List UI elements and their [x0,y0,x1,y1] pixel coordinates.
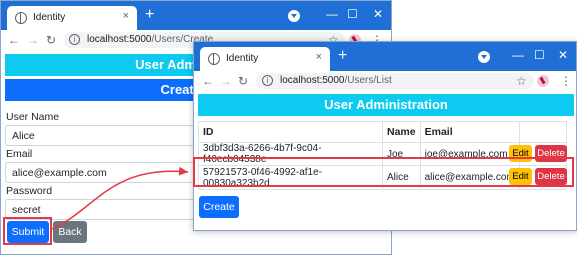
minimize-button[interactable]: — [512,47,524,63]
username-label: User Name [6,111,60,123]
close-tab-icon[interactable]: × [316,51,322,63]
maximize-button[interactable]: ☐ [347,6,358,22]
globe-icon [208,53,220,65]
maximize-button[interactable]: ☐ [534,47,545,63]
tab-title: Identity [33,12,66,23]
table-header-row: ID Name Email [198,121,568,143]
create-button[interactable]: Create [199,196,239,218]
submit-highlight [3,217,52,245]
address-bar: ← → ↻ i localhost:5000/Users/List ☆ ⋮ [194,71,576,91]
tab-search-icon[interactable] [478,51,490,63]
browser-tab[interactable]: Identity × [200,47,330,71]
url-path: /Users/List [344,75,392,86]
bookmark-star-icon[interactable]: ☆ [516,73,527,89]
minimize-button[interactable]: — [326,6,338,22]
column-header-actions [518,121,568,143]
email-label: Email [6,148,33,160]
back-arrow-icon[interactable]: ← [202,73,214,89]
reload-icon[interactable]: ↻ [238,73,248,89]
info-icon[interactable]: i [262,75,273,86]
close-tab-icon[interactable]: × [123,10,129,22]
close-window-button[interactable]: ✕ [558,47,568,63]
tab-search-icon[interactable] [288,10,300,22]
info-icon[interactable]: i [69,34,80,45]
new-tab-button[interactable]: + [145,6,154,24]
title-bar: Identity × + — ☐ ✕ [194,42,576,71]
row-highlight [193,157,574,187]
new-tab-button[interactable]: + [338,47,347,65]
profile-avatar-icon[interactable] [537,75,549,87]
url-field[interactable]: i localhost:5000/Users/List [256,73,534,89]
tab-title: Identity [226,53,259,64]
column-header-email: Email [419,121,520,143]
reload-icon[interactable]: ↻ [46,32,56,48]
url-host: localhost:5000 [87,34,152,45]
column-header-name: Name [382,121,421,143]
title-bar: Identity × + — ☐ ✕ [1,1,391,30]
forward-arrow-icon[interactable]: → [220,73,232,89]
browser-tab[interactable]: Identity × [7,6,137,30]
back-arrow-icon[interactable]: ← [8,32,20,48]
browser-window-list: Identity × + — ☐ ✕ ← → ↻ i localhost:500… [193,41,577,231]
url-host: localhost:5000 [280,75,345,86]
column-header-id: ID [198,121,383,143]
menu-kebab-icon[interactable]: ⋮ [560,73,572,89]
page-header: User Administration [198,94,574,116]
username-field[interactable] [5,125,201,146]
forward-arrow-icon[interactable]: → [27,32,39,48]
password-label: Password [6,185,53,197]
globe-icon [15,12,27,24]
email-field[interactable] [5,162,201,183]
close-window-button[interactable]: ✕ [373,6,383,22]
back-button[interactable]: Back [53,221,87,243]
